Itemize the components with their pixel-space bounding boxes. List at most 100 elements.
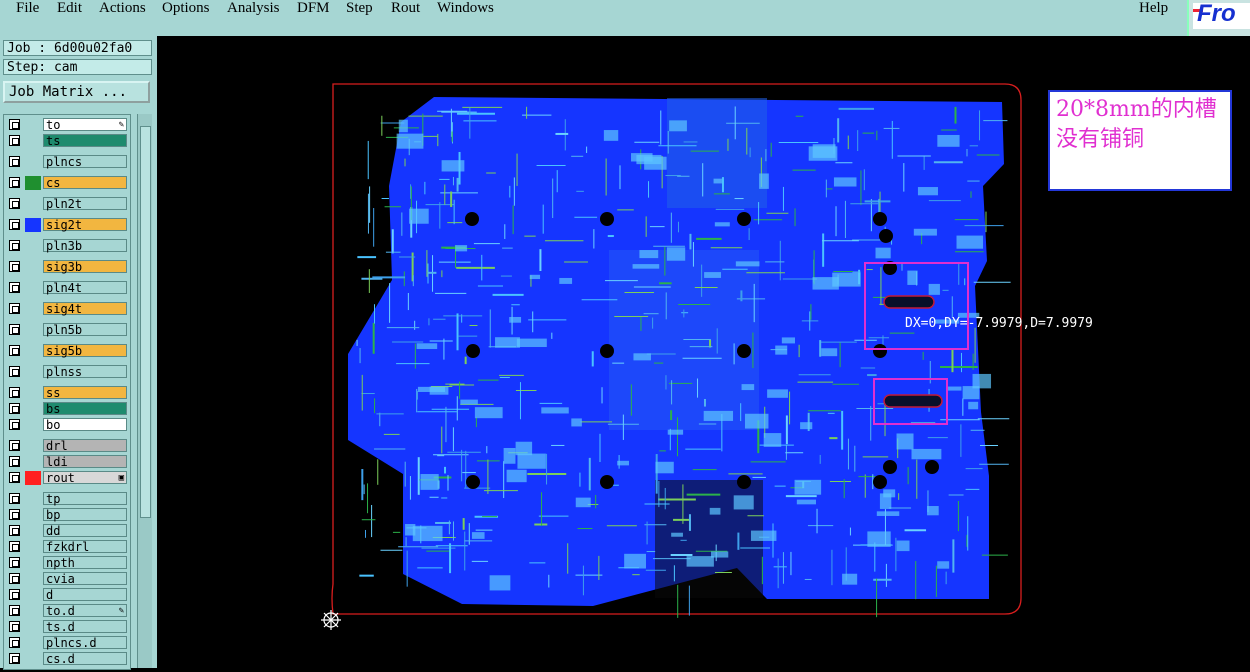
layer-checkbox[interactable] [9, 135, 20, 146]
layer-name[interactable]: sig3b [43, 260, 127, 274]
menu-options[interactable]: Options [162, 0, 210, 17]
layer-name[interactable]: plnss [43, 365, 127, 379]
layer-checkbox[interactable] [9, 509, 20, 520]
layer-row-ss[interactable]: ss [7, 386, 128, 400]
layer-name[interactable]: bs [43, 402, 127, 416]
layer-checkbox[interactable] [9, 456, 20, 467]
layer-name[interactable]: rout ▣ [43, 471, 127, 485]
layer-checkbox[interactable] [9, 541, 20, 552]
layer-row-pln4t[interactable]: pln4t [7, 281, 128, 295]
layer-name[interactable]: to.d ✎ [43, 604, 127, 618]
layer-checkbox[interactable] [9, 621, 20, 632]
layer-row-sig3b[interactable]: sig3b [7, 260, 128, 274]
layer-checkbox[interactable] [9, 605, 20, 616]
layer-name[interactable]: pln3b [43, 239, 127, 253]
scrollbar-thumb[interactable] [140, 126, 151, 518]
menu-analysis[interactable]: Analysis [227, 0, 280, 17]
layer-row-pln3b[interactable]: pln3b [7, 239, 128, 253]
layer-name[interactable]: sig5b [43, 344, 127, 358]
layer-checkbox[interactable] [9, 525, 20, 536]
layer-row-plncs-d[interactable]: plncs.d [7, 636, 128, 650]
layer-name[interactable]: pln5b [43, 323, 127, 337]
layer-row-d[interactable]: d [7, 588, 128, 602]
layer-row-pln5b[interactable]: pln5b [7, 323, 128, 337]
layer-row-cs[interactable]: cs [7, 176, 128, 190]
layer-row-cs-d[interactable]: cs.d [7, 652, 128, 666]
menu-rout[interactable]: Rout [391, 0, 420, 17]
layer-checkbox[interactable] [9, 557, 20, 568]
layer-checkbox[interactable] [9, 493, 20, 504]
layer-row-cvia[interactable]: cvia [7, 572, 128, 586]
layer-name[interactable]: cs [43, 176, 127, 190]
layer-row-bo[interactable]: bo [7, 418, 128, 432]
layer-name[interactable]: cvia [43, 572, 127, 586]
layer-checkbox[interactable] [9, 156, 20, 167]
layer-checkbox[interactable] [9, 177, 20, 188]
layer-checkbox[interactable] [9, 589, 20, 600]
layer-checkbox[interactable] [9, 119, 20, 130]
menu-step[interactable]: Step [346, 0, 373, 17]
layer-row-rout[interactable]: rout ▣ [7, 471, 128, 485]
layer-name[interactable]: ss [43, 386, 127, 400]
layer-name[interactable]: tp [43, 492, 127, 506]
layer-name[interactable]: ldi [43, 455, 127, 469]
layer-row-dd[interactable]: dd [7, 524, 128, 538]
layer-checkbox[interactable] [9, 261, 20, 272]
menu-help[interactable]: Help [1139, 0, 1168, 17]
layer-name[interactable]: plncs.d [43, 636, 127, 650]
menu-dfm[interactable]: DFM [297, 0, 330, 17]
layer-row-ldi[interactable]: ldi [7, 455, 128, 469]
layer-row-npth[interactable]: npth [7, 556, 128, 570]
layer-row-fzkdrl[interactable]: fzkdrl [7, 540, 128, 554]
layer-checkbox[interactable] [9, 387, 20, 398]
menu-actions[interactable]: Actions [99, 0, 146, 17]
layer-list-scrollbar[interactable] [137, 114, 152, 668]
layer-checkbox[interactable] [9, 472, 20, 483]
layer-checkbox[interactable] [9, 303, 20, 314]
layer-name[interactable]: cs.d [43, 652, 127, 666]
layer-checkbox[interactable] [9, 637, 20, 648]
layer-name[interactable]: to ✎ [43, 118, 127, 132]
layer-row-sig4t[interactable]: sig4t [7, 302, 128, 316]
layer-name[interactable]: d [43, 588, 127, 602]
layer-checkbox[interactable] [9, 282, 20, 293]
layer-name[interactable]: sig2t [43, 218, 127, 232]
layer-row-sig2t[interactable]: sig2t [7, 218, 128, 232]
layer-row-ts-d[interactable]: ts.d [7, 620, 128, 634]
layer-name[interactable]: dd [43, 524, 127, 538]
layer-name[interactable]: pln2t [43, 197, 127, 211]
layer-checkbox[interactable] [9, 440, 20, 451]
job-matrix-button[interactable]: Job Matrix ... [3, 81, 150, 103]
layer-checkbox[interactable] [9, 345, 20, 356]
layer-checkbox[interactable] [9, 366, 20, 377]
layer-checkbox[interactable] [9, 240, 20, 251]
layer-row-ts[interactable]: ts [7, 134, 128, 148]
layer-row-bs[interactable]: bs [7, 402, 128, 416]
layer-name[interactable]: pln4t [43, 281, 127, 295]
layer-row-to[interactable]: to ✎ [7, 118, 128, 132]
layer-row-plnss[interactable]: plnss [7, 365, 128, 379]
layer-name[interactable]: fzkdrl [43, 540, 127, 554]
layer-checkbox[interactable] [9, 653, 20, 664]
layer-row-bp[interactable]: bp [7, 508, 128, 522]
layer-checkbox[interactable] [9, 198, 20, 209]
layer-checkbox[interactable] [9, 419, 20, 430]
layer-name[interactable]: bo [43, 418, 127, 432]
layer-name[interactable]: bp [43, 508, 127, 522]
layer-name[interactable]: sig4t [43, 302, 127, 316]
layer-name[interactable]: ts [43, 134, 127, 148]
layer-name[interactable]: ts.d [43, 620, 127, 634]
layer-row-tp[interactable]: tp [7, 492, 128, 506]
layer-row-pln2t[interactable]: pln2t [7, 197, 128, 211]
menu-windows[interactable]: Windows [437, 0, 494, 17]
layer-name[interactable]: npth [43, 556, 127, 570]
menu-edit[interactable]: Edit [57, 0, 82, 17]
layer-checkbox[interactable] [9, 219, 20, 230]
layer-row-sig5b[interactable]: sig5b [7, 344, 128, 358]
layer-checkbox[interactable] [9, 403, 20, 414]
layer-row-plncs[interactable]: plncs [7, 155, 128, 169]
layer-row-to-d[interactable]: to.d ✎ [7, 604, 128, 618]
layer-name[interactable]: plncs [43, 155, 127, 169]
menu-file[interactable]: File [16, 0, 39, 17]
layer-row-drl[interactable]: drl [7, 439, 128, 453]
